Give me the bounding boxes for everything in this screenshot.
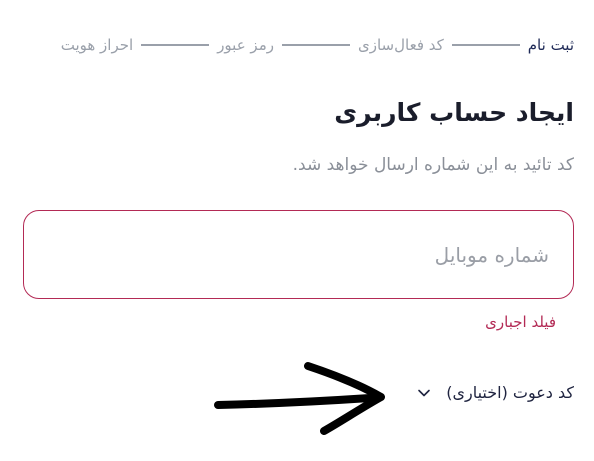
page-subtitle: کد تائید به این شماره ارسال خواهد شد.	[292, 155, 574, 175]
chevron-down-icon[interactable]	[416, 385, 432, 401]
mobile-number-input[interactable]	[23, 210, 574, 299]
invite-code-toggle[interactable]: کد دعوت (اختیاری)	[416, 383, 574, 402]
registration-stepper: ثبت نام کد فعال‌سازی رمز عبور احراز هویت	[24, 33, 574, 57]
invite-code-label: کد دعوت (اختیاری)	[446, 383, 574, 402]
step-connector	[281, 44, 350, 46]
step-register: ثبت نام	[527, 36, 574, 54]
step-identity-verification: احراز هویت	[60, 36, 134, 54]
hand-drawn-arrow-icon	[214, 362, 385, 435]
required-field-error: فیلد اجباری	[485, 313, 556, 331]
step-password: رمز عبور	[217, 36, 274, 54]
step-connector	[141, 44, 210, 46]
step-connector	[451, 44, 520, 46]
page-title: ایجاد حساب کاربری	[334, 98, 574, 127]
step-activation-code: کد فعال‌سازی	[357, 36, 444, 54]
